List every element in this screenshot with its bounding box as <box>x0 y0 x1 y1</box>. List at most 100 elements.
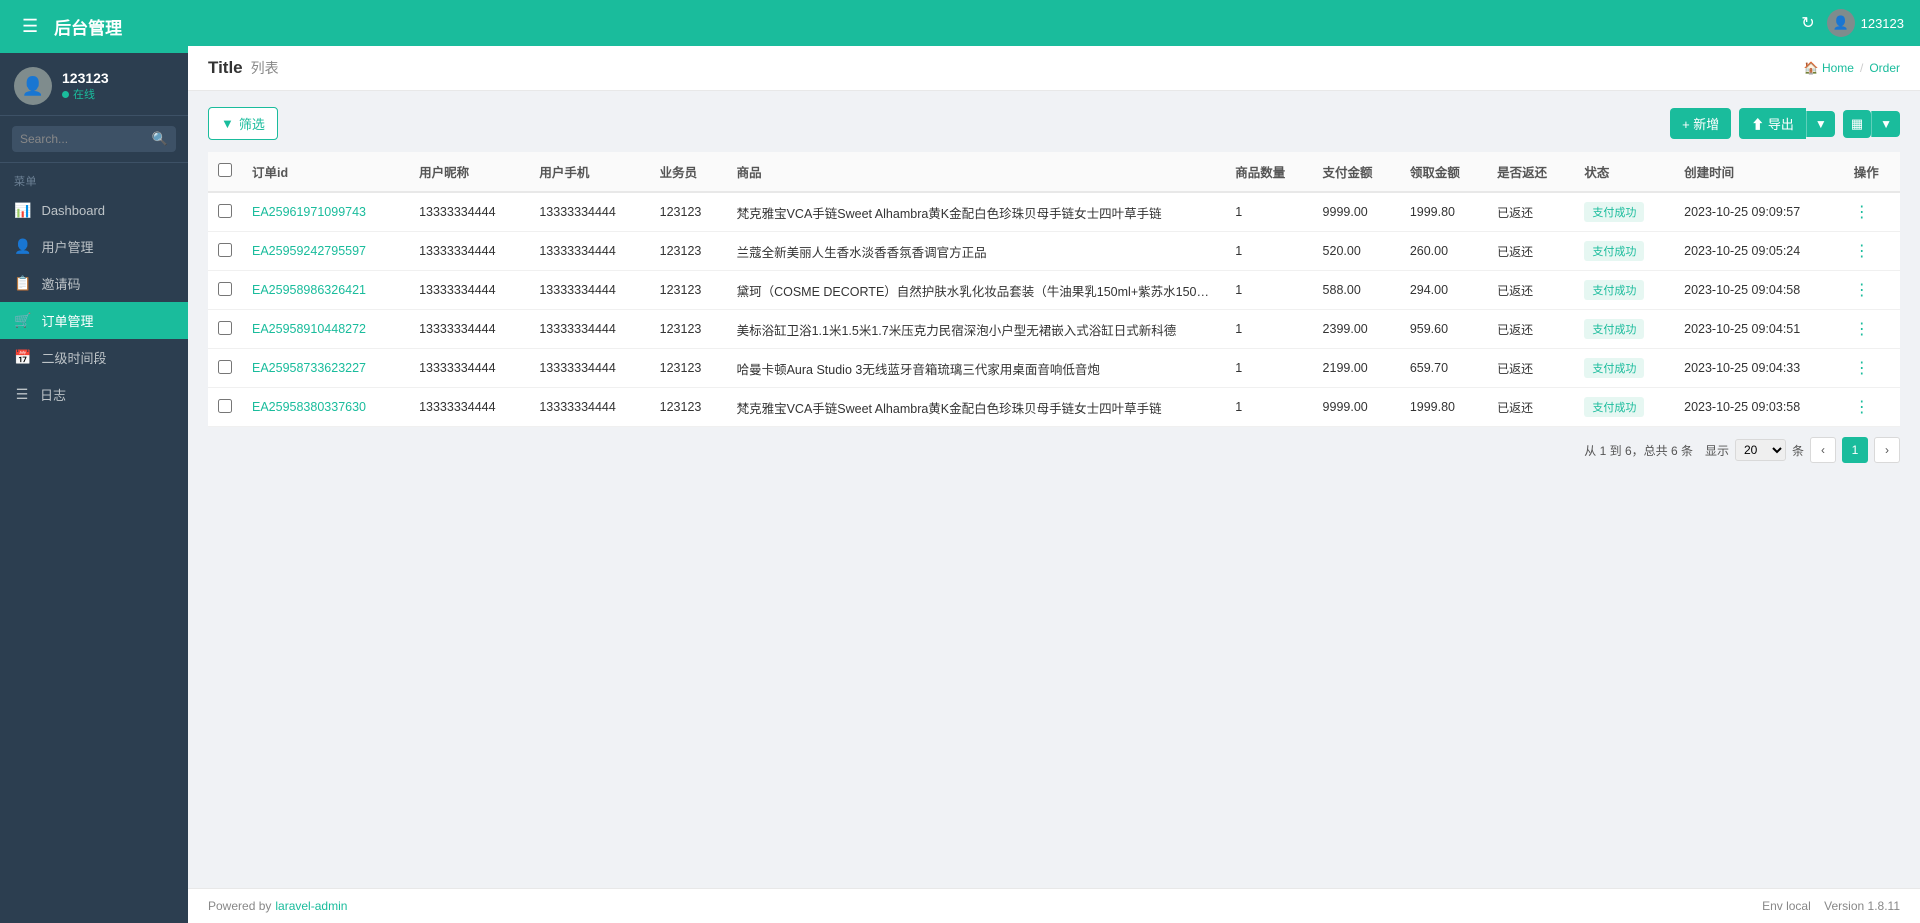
sidebar-item-label: 用户管理 <box>41 237 93 256</box>
log-icon: ☰ <box>14 386 30 403</box>
cell-created-at: 2023-10-25 09:03:58 <box>1674 388 1844 427</box>
cell-product: 兰蔻全新美丽人生香水淡香香氛香调官方正品 <box>727 232 1226 271</box>
col-action: 操作 <box>1844 152 1900 192</box>
user-status: 在线 <box>62 86 109 102</box>
row-checkbox[interactable] <box>218 243 232 257</box>
row-action-button[interactable]: ⋮ <box>1854 241 1870 261</box>
cell-user-phone: 13333334444 <box>529 192 649 232</box>
sidebar-item-log[interactable]: ☰ 日志 <box>0 376 188 413</box>
sidebar-item-user-management[interactable]: 👤 用户管理 <box>0 228 188 265</box>
search-input[interactable] <box>20 132 146 146</box>
page-subtitle: 列表 <box>251 58 279 78</box>
col-is-returned: 是否返还 <box>1487 152 1574 192</box>
sidebar-item-dashboard[interactable]: 📊 Dashboard <box>0 193 188 228</box>
row-checkbox[interactable] <box>218 399 232 413</box>
table-header-row: 订单id 用户昵称 用户手机 业务员 商品 商品数量 支付金额 领取金额 是否返… <box>208 152 1900 192</box>
sidebar-item-label: 订单管理 <box>41 311 93 330</box>
columns-dropdown-button[interactable]: ▼ <box>1871 111 1900 137</box>
table-row: EA25958910448272 13333334444 13333334444… <box>208 310 1900 349</box>
sidebar: ☰ 后台管理 👤 123123 在线 🔍 菜单 📊 Dashboard 👤 用户… <box>0 0 188 923</box>
cell-user-phone: 13333334444 <box>529 388 649 427</box>
sidebar-item-invite-code[interactable]: 📋 邀请码 <box>0 265 188 302</box>
row-action-button[interactable]: ⋮ <box>1854 397 1870 417</box>
topbar-right: ↻ 👤 123123 <box>1801 9 1904 37</box>
cell-username: 13333334444 <box>409 192 529 232</box>
username: 123123 <box>62 70 109 86</box>
cell-received-amount: 294.00 <box>1400 271 1487 310</box>
section-label: 菜单 <box>0 163 188 193</box>
row-checkbox[interactable] <box>218 321 232 335</box>
breadcrumb-order[interactable]: Order <box>1869 61 1900 75</box>
topbar: ↻ 👤 123123 <box>188 0 1920 46</box>
cell-order-id: EA25958910448272 <box>242 310 409 349</box>
cell-salesman: 123123 <box>650 192 727 232</box>
footer: Powered by laravel-admin Env local Versi… <box>188 888 1920 923</box>
row-action-button[interactable]: ⋮ <box>1854 202 1870 222</box>
calendar-icon: 📅 <box>14 349 31 366</box>
cell-status: 支付成功 <box>1574 388 1674 427</box>
select-all-checkbox[interactable] <box>218 163 232 177</box>
sidebar-header: ☰ 后台管理 <box>0 0 188 53</box>
page-1-button[interactable]: 1 <box>1842 437 1868 463</box>
cell-created-at: 2023-10-25 09:04:58 <box>1674 271 1844 310</box>
row-checkbox-cell <box>208 271 242 310</box>
cell-received-amount: 260.00 <box>1400 232 1487 271</box>
next-page-button[interactable]: › <box>1874 437 1900 463</box>
cell-product-count: 1 <box>1225 388 1312 427</box>
cell-received-amount: 1999.80 <box>1400 192 1487 232</box>
export-dropdown-button[interactable]: ▼ <box>1806 111 1835 137</box>
cart-icon: 🛒 <box>14 312 31 329</box>
cell-username: 13333334444 <box>409 388 529 427</box>
export-button[interactable]: ⬆ 导出 <box>1739 108 1806 139</box>
sidebar-item-label: 二级时间段 <box>41 348 106 367</box>
row-action-button[interactable]: ⋮ <box>1854 319 1870 339</box>
breadcrumb-home[interactable]: 🏠 Home <box>1804 61 1854 75</box>
avatar: 👤 <box>14 67 52 105</box>
row-checkbox-cell <box>208 192 242 232</box>
topbar-avatar: 👤 <box>1827 9 1855 37</box>
col-received-amount: 领取金额 <box>1400 152 1487 192</box>
cell-product: 黛珂（COSME DECORTE）自然护肤水乳化妆品套装（牛油果乳150ml+紫… <box>727 271 1226 310</box>
row-action-button[interactable]: ⋮ <box>1854 280 1870 300</box>
filter-button[interactable]: ▼ 筛选 <box>208 107 278 140</box>
hamburger-icon[interactable]: ☰ <box>16 14 44 39</box>
cell-order-id: EA25958733623227 <box>242 349 409 388</box>
cell-order-id: EA25958380337630 <box>242 388 409 427</box>
prev-page-button[interactable]: ‹ <box>1810 437 1836 463</box>
cell-product: 梵克雅宝VCA手链Sweet Alhambra黄K金配白色珍珠贝母手链女士四叶草… <box>727 388 1226 427</box>
cell-received-amount: 659.70 <box>1400 349 1487 388</box>
add-button[interactable]: + 新增 <box>1670 108 1731 139</box>
topbar-user[interactable]: 👤 123123 <box>1827 9 1904 37</box>
cell-is-returned: 已返还 <box>1487 349 1574 388</box>
cell-created-at: 2023-10-25 09:09:57 <box>1674 192 1844 232</box>
pagination-bar: 从 1 到 6，总共 6 条 显示 20 50 100 条 ‹ 1 › <box>208 427 1900 467</box>
sidebar-search-container: 🔍 <box>0 116 188 163</box>
cell-action: ⋮ <box>1844 388 1900 427</box>
page-size-select[interactable]: 20 50 100 <box>1735 439 1786 461</box>
cell-created-at: 2023-10-25 09:04:33 <box>1674 349 1844 388</box>
cell-salesman: 123123 <box>650 388 727 427</box>
col-username: 用户昵称 <box>409 152 529 192</box>
row-checkbox[interactable] <box>218 282 232 296</box>
page-title: Title <box>208 58 243 78</box>
user-info: 123123 在线 <box>62 70 109 102</box>
row-checkbox[interactable] <box>218 204 232 218</box>
table-row: EA25958733623227 13333334444 13333334444… <box>208 349 1900 388</box>
orders-table: 订单id 用户昵称 用户手机 业务员 商品 商品数量 支付金额 领取金额 是否返… <box>208 152 1900 427</box>
table-body: EA25961971099743 13333334444 13333334444… <box>208 192 1900 427</box>
row-checkbox[interactable] <box>218 360 232 374</box>
refresh-icon[interactable]: ↻ <box>1801 13 1814 33</box>
laravel-admin-link[interactable]: laravel-admin <box>275 899 347 913</box>
row-checkbox-cell <box>208 349 242 388</box>
cell-is-returned: 已返还 <box>1487 310 1574 349</box>
sidebar-item-secondary-period[interactable]: 📅 二级时间段 <box>0 339 188 376</box>
columns-button[interactable]: ▦ <box>1843 110 1871 138</box>
row-action-button[interactable]: ⋮ <box>1854 358 1870 378</box>
cell-is-returned: 已返还 <box>1487 232 1574 271</box>
cell-product-count: 1 <box>1225 349 1312 388</box>
sidebar-item-order-management[interactable]: 🛒 订单管理 <box>0 302 188 339</box>
search-box[interactable]: 🔍 <box>12 126 176 152</box>
powered-by-text: Powered by <box>208 899 271 913</box>
cell-order-id: EA25959242795597 <box>242 232 409 271</box>
cell-salesman: 123123 <box>650 310 727 349</box>
